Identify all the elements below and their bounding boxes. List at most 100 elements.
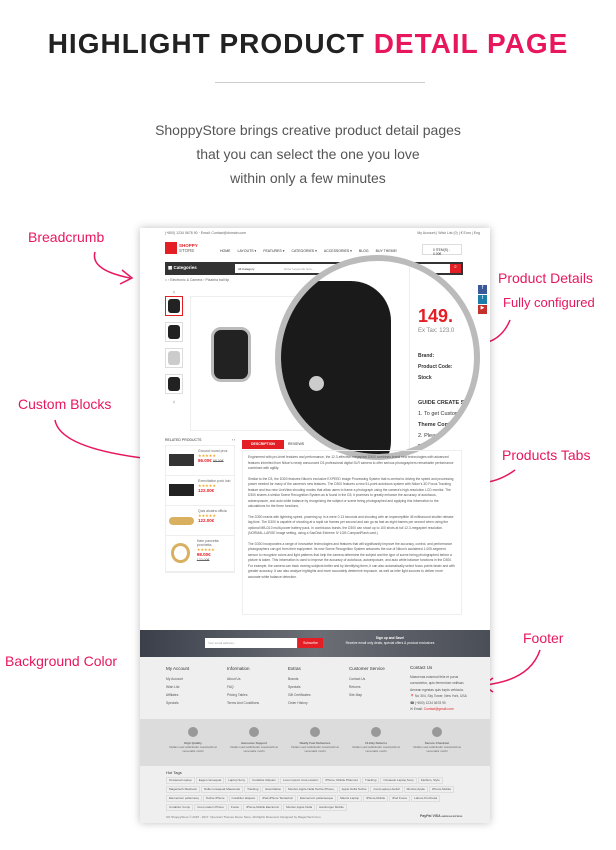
hot-tag[interactable]: iPhone,Mobile	[363, 795, 389, 802]
camera-image	[169, 454, 194, 466]
magnifier-lens: 149. Ex Tax: 123.0 Brand: Product Code: St…	[275, 255, 480, 460]
hot-tag[interactable]: Monitor,Apple	[403, 786, 428, 793]
related-item[interactable]: Exercitation pork loin ★★★★★ 122.00€	[166, 476, 234, 506]
footer-link[interactable]: Brands	[288, 675, 311, 683]
nav-features[interactable]: FEATURES ▾	[263, 249, 284, 253]
hot-tag[interactable]: iPhone,Mobile	[428, 786, 454, 793]
footer-link[interactable]: Pricing Tables	[227, 691, 259, 699]
tab-description[interactable]: DESCRIPTION	[242, 440, 284, 449]
my-account-link[interactable]: My Account	[417, 231, 435, 235]
footer-link[interactable]: Terms And Conditions	[227, 699, 259, 707]
hot-tag[interactable]: Monitor,Apple Nulla	[283, 804, 316, 811]
hot-tag[interactable]: Nulla consequat Maecenas	[200, 786, 244, 793]
search-button[interactable]: ⌕	[450, 264, 461, 273]
footer-link[interactable]: FAQ	[227, 683, 259, 691]
footer-link[interactable]: Gift Certificates	[288, 691, 311, 699]
logo[interactable]: SHOPPY STORE	[179, 243, 198, 253]
cart-button[interactable]: 0 ITEM(S) - 0.00€	[422, 244, 462, 256]
hot-tag[interactable]: Cool,modern Phone	[194, 804, 227, 811]
hot-tag[interactable]: Curabitur Comp	[166, 804, 194, 811]
footer-link[interactable]: Contact Us	[349, 675, 385, 683]
footer-links: My Account My Account Wish List Affiliates S…	[140, 657, 490, 719]
hot-tag[interactable]: Occaecat Laptop,Sony	[380, 777, 417, 784]
tab-reviews[interactable]: REVIEWS	[288, 442, 304, 446]
hot-tag[interactable]: Lorem ipsum Cool,modern	[279, 777, 322, 784]
nav-categories[interactable]: CATEGORIES ▾	[291, 249, 316, 253]
footer-link[interactable]: Order History	[288, 699, 311, 707]
related-item[interactable]: Ground round pros ★★★★★ 86.00€ 98.00€	[166, 446, 234, 476]
hot-tag[interactable]: iPhone, Mobile Phamont	[322, 777, 361, 784]
nav-buy-theme[interactable]: BUY THEME!	[376, 249, 397, 253]
topbar-links: My Account | Wish List (0) | € Euro | En…	[417, 231, 480, 235]
search-category-select[interactable]: All Category	[238, 267, 254, 271]
guide-block: GUIDE CREATE SHO 1. To get Custom T Theme …	[418, 400, 473, 450]
visa-icon: VISA	[432, 814, 441, 818]
footer-col-customer-service: Customer Service Contact Us Returns Site Ma…	[349, 666, 385, 699]
footer-link[interactable]: About Us	[227, 675, 259, 683]
twitter-icon[interactable]: t	[478, 295, 487, 304]
newsletter-band: Your email address... Subscribe Sign up …	[140, 630, 490, 657]
thumbnail[interactable]	[165, 348, 183, 368]
carousel-arrows[interactable]: ‹ ›	[232, 438, 235, 442]
hot-tag[interactable]: Laptop Sony	[225, 777, 249, 784]
hot-tag[interactable]: Hamburger Mobile	[316, 804, 347, 811]
hot-tag[interactable]: Apple Nulla Techie	[338, 786, 370, 793]
hot-tag[interactable]: Elementum pellentesque	[297, 795, 337, 802]
footer-link[interactable]: Specials	[166, 699, 189, 707]
footer-link[interactable]: My Account	[166, 675, 189, 683]
nav-home[interactable]: HOME	[220, 249, 231, 253]
thumbnail[interactable]	[165, 322, 183, 342]
hot-tag[interactable]: Labore Porchetta	[411, 795, 441, 802]
currency-select[interactable]: € Euro	[461, 231, 471, 235]
hot-tag[interactable]: Magentech Macbook	[166, 786, 200, 793]
footer-link[interactable]: Returns	[349, 683, 385, 691]
camera-image	[169, 484, 194, 496]
footer-link[interactable]: Wish List	[166, 683, 189, 691]
related-title: RELATED PRODUCTS ‹ ›	[165, 438, 235, 442]
footer-link[interactable]: Site Map	[349, 691, 385, 699]
subscribe-button[interactable]: Subscribe	[298, 638, 323, 648]
footer-link[interactable]: Specials	[288, 683, 311, 691]
hot-tag[interactable]: Tracking	[244, 786, 262, 793]
youtube-icon[interactable]: ▶	[478, 305, 487, 314]
hot-tag[interactable]: Curabitur Aliquam	[249, 777, 279, 784]
nav-layouts[interactable]: LAYOUTS ▾	[238, 249, 257, 253]
email-link[interactable]: Contact@gmail.com	[424, 707, 454, 711]
nav-blog[interactable]: BLOG	[359, 249, 369, 253]
phone: (+800) 1234 5678 90	[165, 231, 198, 235]
hot-tag[interactable]: Fusce	[227, 804, 243, 811]
hot-tag[interactable]: Occaecat Laptop	[166, 777, 195, 784]
feature-high-quality: High Quality Nullam sed sollicitudin maur…	[163, 727, 223, 753]
hot-tag[interactable]: Elementum pellentesq	[166, 795, 202, 802]
hot-tag[interactable]: iPad,iPhone Tenderloin	[259, 795, 297, 802]
hot-tag[interactable]: Fashion, Style	[417, 777, 443, 784]
feature-support: Awesome Support Nullam sed sollicitudin m…	[224, 727, 284, 753]
footer-col-information: Information About Us FAQ Pricing Tables Term…	[227, 666, 260, 707]
topbar-contact: (+800) 1234 5678 90 · Email: Contact@dom…	[165, 231, 247, 235]
hot-tag[interactable]: Exercitation	[262, 786, 285, 793]
hot-tag[interactable]: Mauris Laptop	[337, 795, 363, 802]
chevron-down-icon[interactable]: ˅	[165, 400, 183, 406]
footer-link[interactable]: Affiliates	[166, 691, 189, 699]
related-item[interactable]: Quis alcatra officia ★★★★★ 122.00€	[166, 506, 234, 536]
nav-accessories[interactable]: ACCESSORIES ▾	[324, 249, 352, 253]
hot-tag[interactable]: Monitor,Apple Nulla Techie iPhone,	[285, 786, 338, 793]
thumbnail[interactable]	[165, 296, 183, 316]
hot-tag[interactable]: Techie iPhone	[202, 795, 228, 802]
wishlist-link[interactable]: Wish List (0)	[438, 231, 457, 235]
hot-tag[interactable]: Curabitur aliquam	[228, 795, 259, 802]
hot-tag[interactable]: Tracking	[361, 777, 380, 784]
feature-delivery: Really Fast Deliveries Nullam sed sollici…	[285, 727, 345, 753]
hot-tags-title: Hot Tags	[166, 770, 182, 775]
newsletter-email-input[interactable]: Your email address...	[205, 638, 297, 648]
hot-tag[interactable]: Cool,Laptop,Usefull	[370, 786, 403, 793]
language-select[interactable]: Eng	[474, 231, 480, 235]
hot-tag[interactable]: iPhone,Mobile Electronic	[243, 804, 283, 811]
thumbnail[interactable]	[165, 374, 183, 394]
categories-menu[interactable]: ▦ Categories	[168, 265, 197, 271]
hot-tag[interactable]: iPod Fusce	[389, 795, 411, 802]
breadcrumb-item[interactable]: Electronic & Camera	[170, 278, 202, 282]
hot-tag[interactable]: Eeget consequat	[195, 777, 225, 784]
facebook-icon[interactable]: f	[478, 285, 487, 294]
related-item[interactable]: Ham pancetta porchetta ★★★★★ 98.00€ 122.00€	[166, 536, 234, 572]
